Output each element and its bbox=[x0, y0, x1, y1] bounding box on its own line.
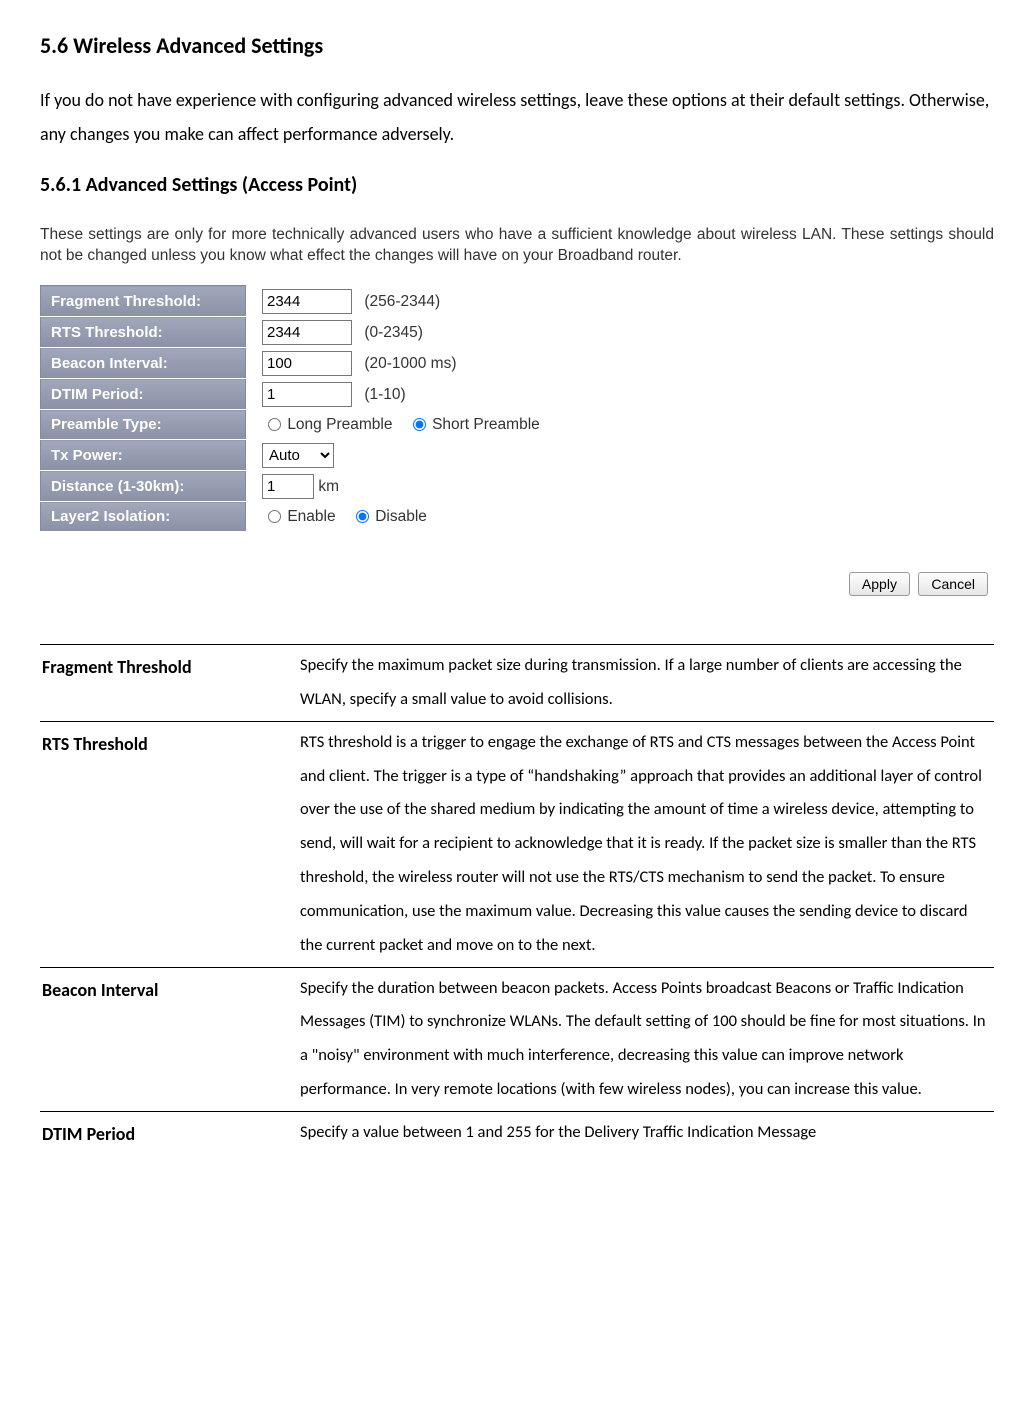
definition-row: RTS Threshold RTS threshold is a trigger… bbox=[40, 721, 994, 967]
layer2-enable-radio[interactable] bbox=[268, 510, 281, 523]
section-title: 5.6 Wireless Advanced Settings bbox=[40, 32, 994, 59]
layer2-enable-label: Enable bbox=[287, 508, 335, 525]
beacon-interval-input[interactable] bbox=[262, 351, 352, 376]
layer2-disable-label: Disable bbox=[375, 508, 427, 525]
definition-row: Beacon Interval Specify the duration bet… bbox=[40, 967, 994, 1111]
preamble-short-radio[interactable] bbox=[413, 418, 426, 431]
distance-input[interactable] bbox=[262, 474, 314, 499]
preamble-type-label: Preamble Type: bbox=[41, 410, 246, 440]
section-intro: If you do not have experience with confi… bbox=[40, 83, 994, 151]
tx-power-label: Tx Power: bbox=[41, 440, 246, 471]
preamble-short-label: Short Preamble bbox=[432, 416, 540, 433]
preamble-long-radio[interactable] bbox=[268, 418, 281, 431]
definitions-table: Fragment Threshold Specify the maximum p… bbox=[40, 644, 994, 1156]
cancel-button[interactable]: Cancel bbox=[918, 572, 988, 596]
distance-unit: km bbox=[318, 478, 339, 495]
definition-term: Fragment Threshold bbox=[40, 645, 298, 722]
dtim-period-range: (1-10) bbox=[364, 386, 405, 403]
rts-threshold-range: (0-2345) bbox=[364, 324, 423, 341]
definition-row: DTIM Period Specify a value between 1 an… bbox=[40, 1111, 994, 1156]
fragment-threshold-range: (256-2344) bbox=[364, 293, 440, 310]
beacon-interval-label: Beacon Interval: bbox=[41, 348, 246, 379]
preamble-long-label: Long Preamble bbox=[287, 416, 392, 433]
tx-power-select[interactable]: Auto bbox=[262, 443, 334, 468]
definition-row: Fragment Threshold Specify the maximum p… bbox=[40, 645, 994, 722]
definition-desc: Specify the duration between beacon pack… bbox=[298, 967, 994, 1111]
rts-threshold-label: RTS Threshold: bbox=[41, 317, 246, 348]
settings-hint: These settings are only for more technic… bbox=[40, 225, 994, 267]
definition-desc: Specify a value between 1 and 255 for th… bbox=[298, 1111, 994, 1156]
subsection-title: 5.6.1 Advanced Settings (Access Point) bbox=[40, 173, 994, 197]
definition-desc: Specify the maximum packet size during t… bbox=[298, 645, 994, 722]
dtim-period-label: DTIM Period: bbox=[41, 379, 246, 410]
definition-term: DTIM Period bbox=[40, 1111, 298, 1156]
settings-screenshot: These settings are only for more technic… bbox=[40, 225, 994, 596]
definition-desc: RTS threshold is a trigger to engage the… bbox=[298, 721, 994, 967]
beacon-interval-range: (20-1000 ms) bbox=[364, 355, 456, 372]
layer2-isolation-label: Layer2 Isolation: bbox=[41, 502, 246, 532]
fragment-threshold-label: Fragment Threshold: bbox=[41, 286, 246, 317]
layer2-disable-radio[interactable] bbox=[356, 510, 369, 523]
distance-label: Distance (1-30km): bbox=[41, 471, 246, 502]
definition-term: RTS Threshold bbox=[40, 721, 298, 967]
definition-term: Beacon Interval bbox=[40, 967, 298, 1111]
rts-threshold-input[interactable] bbox=[262, 320, 352, 345]
dtim-period-input[interactable] bbox=[262, 382, 352, 407]
apply-button[interactable]: Apply bbox=[849, 572, 910, 596]
fragment-threshold-input[interactable] bbox=[262, 289, 352, 314]
settings-form: Fragment Threshold: (256-2344) RTS Thres… bbox=[40, 285, 559, 532]
